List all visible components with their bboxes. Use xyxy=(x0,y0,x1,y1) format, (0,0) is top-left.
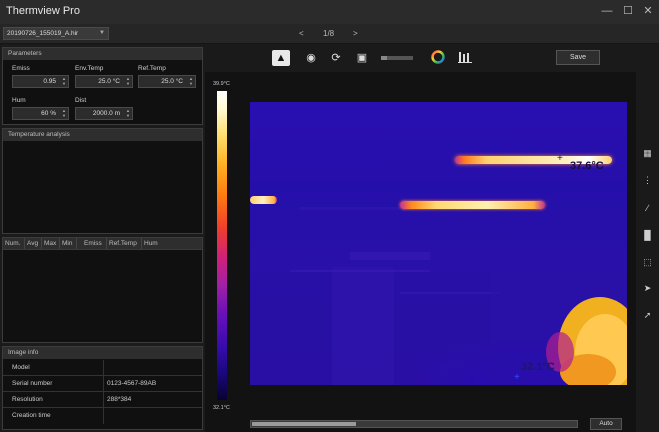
file-bar: 20190726_155019_A.hir ▼ < 1/8 > xyxy=(0,24,659,44)
temperature-analysis-panel: Temperature analysis xyxy=(2,128,203,234)
emiss-field[interactable]: 0.95 ▲ ▼ xyxy=(12,75,69,88)
hum-field[interactable]: 60 % ▲ ▼ xyxy=(12,107,69,120)
page-indicator: 1/8 xyxy=(323,29,335,38)
minimize-icon[interactable]: — xyxy=(600,4,614,18)
dist-value: 2000.0 m xyxy=(92,110,120,117)
image-info-panel: Image info Model Serial number 0123-4567… xyxy=(2,346,203,430)
maximize-icon[interactable]: ☐ xyxy=(621,4,635,18)
crosshair-icon: + xyxy=(514,372,520,383)
info-row-creation-time: Creation time xyxy=(3,408,202,424)
col-ref-temp[interactable]: Ref.Temp xyxy=(107,238,142,249)
chevron-right-icon[interactable]: > xyxy=(353,29,358,38)
chevron-left-icon[interactable]: < xyxy=(299,29,304,38)
info-value: 0123-4567-89AB xyxy=(107,380,157,387)
temperature-scale-bar[interactable] xyxy=(217,91,227,400)
close-icon[interactable]: ✕ xyxy=(641,4,655,18)
file-dropdown[interactable]: 20190726_155019_A.hir ▼ xyxy=(3,27,109,40)
measurement-table: Num. Avg Max Min Emiss Ref.Temp Hum xyxy=(2,237,203,343)
ref-temp-field[interactable]: 25.0 °C ▲ ▼ xyxy=(138,75,196,88)
spin-arrows-icon[interactable]: ▲ ▼ xyxy=(62,108,66,118)
col-avg[interactable]: Avg xyxy=(25,238,42,249)
spin-arrows-icon[interactable]: ▲ ▼ xyxy=(126,76,130,86)
scale-min-label: 32.1°C xyxy=(213,405,230,411)
point-icon[interactable]: ⋮ xyxy=(640,173,655,188)
save-button[interactable]: Save xyxy=(556,50,600,65)
env-temp-value: 25.0 °C xyxy=(98,78,120,85)
info-key: Model xyxy=(12,364,30,371)
parameters-title: Parameters xyxy=(3,48,202,60)
spin-arrows-icon[interactable]: ▲ ▼ xyxy=(189,76,193,86)
slider-icon[interactable] xyxy=(380,50,414,66)
app-title: Thermview Pro xyxy=(6,5,80,17)
auto-button[interactable]: Auto xyxy=(590,418,622,430)
dist-label: Dist xyxy=(75,97,87,104)
temperature-analysis-title: Temperature analysis xyxy=(3,129,202,141)
crop-icon[interactable]: ▣ xyxy=(353,50,371,66)
send-icon[interactable]: ➚ xyxy=(640,308,655,323)
palette-mountain-icon[interactable]: ▲ xyxy=(272,50,290,66)
color-wheel-graphic xyxy=(431,50,445,64)
cursor-icon[interactable]: ➤ xyxy=(640,281,655,296)
info-row-serial: Serial number 0123-4567-89AB xyxy=(3,376,202,392)
info-key: Creation time xyxy=(12,412,51,419)
col-num[interactable]: Num. xyxy=(3,238,25,249)
color-wheel-icon[interactable] xyxy=(429,50,447,66)
histogram-icon[interactable] xyxy=(456,50,474,66)
info-row-model: Model xyxy=(3,360,202,376)
dist-field[interactable]: 2000.0 m ▲ ▼ xyxy=(75,107,133,120)
histogram-graphic xyxy=(458,52,472,63)
cold-temp-label: 32.1°C xyxy=(521,361,555,373)
ref-temp-value: 25.0 °C xyxy=(161,78,183,85)
divider xyxy=(103,360,104,376)
col-hum[interactable]: Hum xyxy=(142,238,164,249)
emiss-value: 0.95 xyxy=(43,78,56,85)
col-max[interactable]: Max xyxy=(42,238,60,249)
bar-chart-icon[interactable]: █ xyxy=(640,228,655,243)
left-sidebar: Parameters Emiss 0.95 ▲ ▼ Env.Temp 25.0 °… xyxy=(0,44,205,432)
right-toolbar: ▦ ⋮ ∕ █ ⬚ ➤ ➚ xyxy=(636,44,659,432)
col-emiss[interactable]: Emiss xyxy=(77,238,107,249)
table-header: Num. Avg Max Min Emiss Ref.Temp Hum xyxy=(3,238,202,250)
viewer-toolbar: ▲ ◉ ⟳ ▣ Save xyxy=(205,44,636,72)
thermal-texture xyxy=(250,102,627,385)
line-icon[interactable]: ∕ xyxy=(640,201,655,216)
divider xyxy=(103,408,104,424)
env-temp-label: Env.Temp xyxy=(75,65,104,72)
divider xyxy=(103,392,104,408)
hot-streak xyxy=(400,201,545,209)
image-info-title: Image info xyxy=(3,347,202,359)
scale-max-label: 39.9°C xyxy=(213,81,230,87)
chevron-down-icon: ▼ xyxy=(99,30,105,36)
eye-icon[interactable]: ◉ xyxy=(302,50,320,66)
divider xyxy=(103,376,104,392)
rotate-icon[interactable]: ⟳ xyxy=(327,50,345,66)
thermal-image[interactable]: + 37.6°C + 32.1°C xyxy=(250,102,627,385)
col-min[interactable]: Min xyxy=(60,238,77,249)
info-value: 288*384 xyxy=(107,396,132,403)
info-key: Resolution xyxy=(12,396,43,403)
info-row-resolution: Resolution 288*384 xyxy=(3,392,202,408)
emiss-label: Emiss xyxy=(12,65,30,72)
file-name: 20190726_155019_A.hir xyxy=(7,30,79,37)
area-select-icon[interactable]: ⬚ xyxy=(640,255,655,270)
hot-streak xyxy=(250,196,277,204)
thermal-viewer: ▲ ◉ ⟳ ▣ Save 39.9°C 32.1°C + 37.6°C + 32… xyxy=(205,44,636,432)
scrollbar-thumb[interactable] xyxy=(252,422,356,426)
info-key: Serial number xyxy=(12,380,53,387)
title-bar: Thermview Pro — ☐ ✕ xyxy=(0,0,659,24)
horizontal-scrollbar[interactable] xyxy=(250,420,578,428)
hum-value: 60 % xyxy=(41,110,56,117)
grid-icon[interactable]: ▦ xyxy=(640,146,655,161)
crosshair-icon: + xyxy=(557,153,563,164)
spin-arrows-icon[interactable]: ▲ ▼ xyxy=(126,108,130,118)
parameters-panel: Parameters Emiss 0.95 ▲ ▼ Env.Temp 25.0 °… xyxy=(2,47,203,125)
ref-temp-label: Ref.Temp xyxy=(138,65,166,72)
env-temp-field[interactable]: 25.0 °C ▲ ▼ xyxy=(75,75,133,88)
slider-track[interactable] xyxy=(380,50,414,66)
hum-label: Hum xyxy=(12,97,26,104)
spin-arrows-icon[interactable]: ▲ ▼ xyxy=(62,76,66,86)
hot-temp-label: 37.6°C xyxy=(570,160,604,172)
